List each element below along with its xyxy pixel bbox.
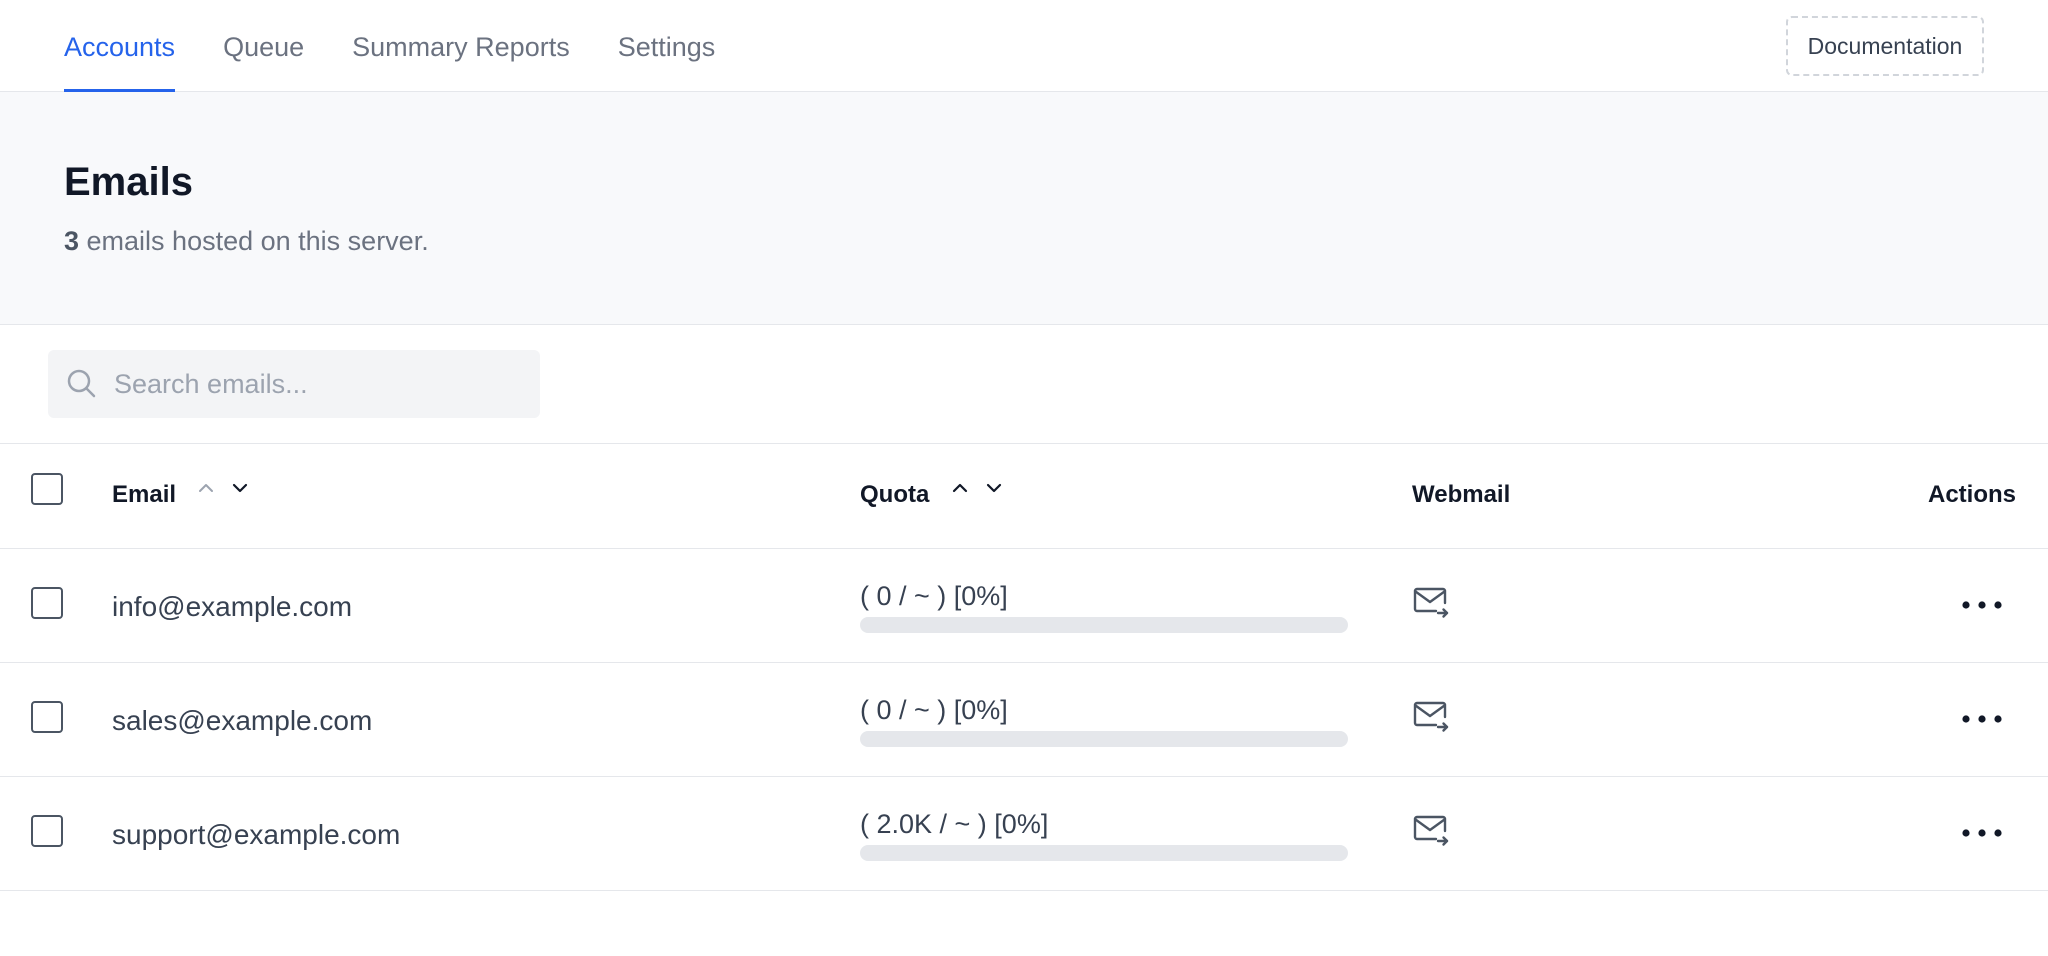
quota-progress-bar	[860, 617, 1348, 633]
mail-forward-icon[interactable]	[1412, 583, 1450, 621]
nav-tabs: Accounts Queue Summary Reports Settings	[64, 0, 763, 93]
page-header: Emails 3 emails hosted on this server.	[0, 92, 2048, 325]
column-header-webmail: Webmail	[1412, 481, 1511, 508]
column-header-quota: Quota	[860, 481, 930, 508]
row-checkbox[interactable]	[31, 815, 63, 847]
table-row: sales@example.com ( 0 / ~ ) [0%]	[0, 663, 2048, 777]
page-subtitle: 3 emails hosted on this server.	[64, 226, 429, 257]
more-horizontal-icon[interactable]	[1960, 823, 2004, 843]
column-header-email: Email	[112, 481, 177, 508]
search-input[interactable]	[114, 350, 524, 418]
table-row: support@example.com ( 2.0K / ~ ) [0%]	[0, 777, 2048, 891]
chevron-down-icon[interactable]	[984, 478, 1004, 498]
table-row: info@example.com ( 0 / ~ ) [0%]	[0, 549, 2048, 663]
tab-accounts[interactable]: Accounts	[64, 0, 176, 93]
select-all-checkbox[interactable]	[31, 473, 63, 505]
documentation-button[interactable]: Documentation	[1786, 16, 1984, 76]
chevron-up-icon[interactable]	[196, 478, 216, 498]
search-icon	[67, 369, 96, 398]
tab-queue[interactable]: Queue	[223, 0, 304, 92]
top-navigation: Accounts Queue Summary Reports Settings …	[0, 0, 2048, 93]
page-title: Emails	[64, 160, 193, 204]
mail-forward-icon[interactable]	[1412, 697, 1450, 735]
chevron-up-icon[interactable]	[950, 478, 970, 498]
email-count: 3	[64, 226, 80, 256]
tab-summary-reports[interactable]: Summary Reports	[352, 0, 570, 92]
email-address: info@example.com	[112, 591, 353, 622]
table-header: Email Quota Webmail Actions	[0, 443, 2048, 549]
email-address: support@example.com	[112, 819, 401, 850]
quota-text: ( 2.0K / ~ ) [0%]	[860, 809, 1049, 839]
quota-text: ( 0 / ~ ) [0%]	[860, 581, 1008, 611]
column-header-actions: Actions	[1928, 481, 2017, 508]
email-address: sales@example.com	[112, 705, 373, 736]
search-box	[48, 350, 540, 418]
quota-progress-bar	[860, 845, 1348, 861]
more-horizontal-icon[interactable]	[1960, 595, 2004, 615]
more-horizontal-icon[interactable]	[1960, 709, 2004, 729]
row-checkbox[interactable]	[31, 587, 63, 619]
quota-text: ( 0 / ~ ) [0%]	[860, 695, 1008, 725]
quota-progress-bar	[860, 731, 1348, 747]
chevron-down-icon[interactable]	[230, 478, 250, 498]
subtitle-text: emails hosted on this server.	[79, 226, 429, 256]
tab-settings[interactable]: Settings	[618, 0, 716, 92]
emails-table: Email Quota Webmail Actions info@example…	[0, 443, 2048, 891]
row-checkbox[interactable]	[31, 701, 63, 733]
mail-forward-icon[interactable]	[1412, 811, 1450, 849]
